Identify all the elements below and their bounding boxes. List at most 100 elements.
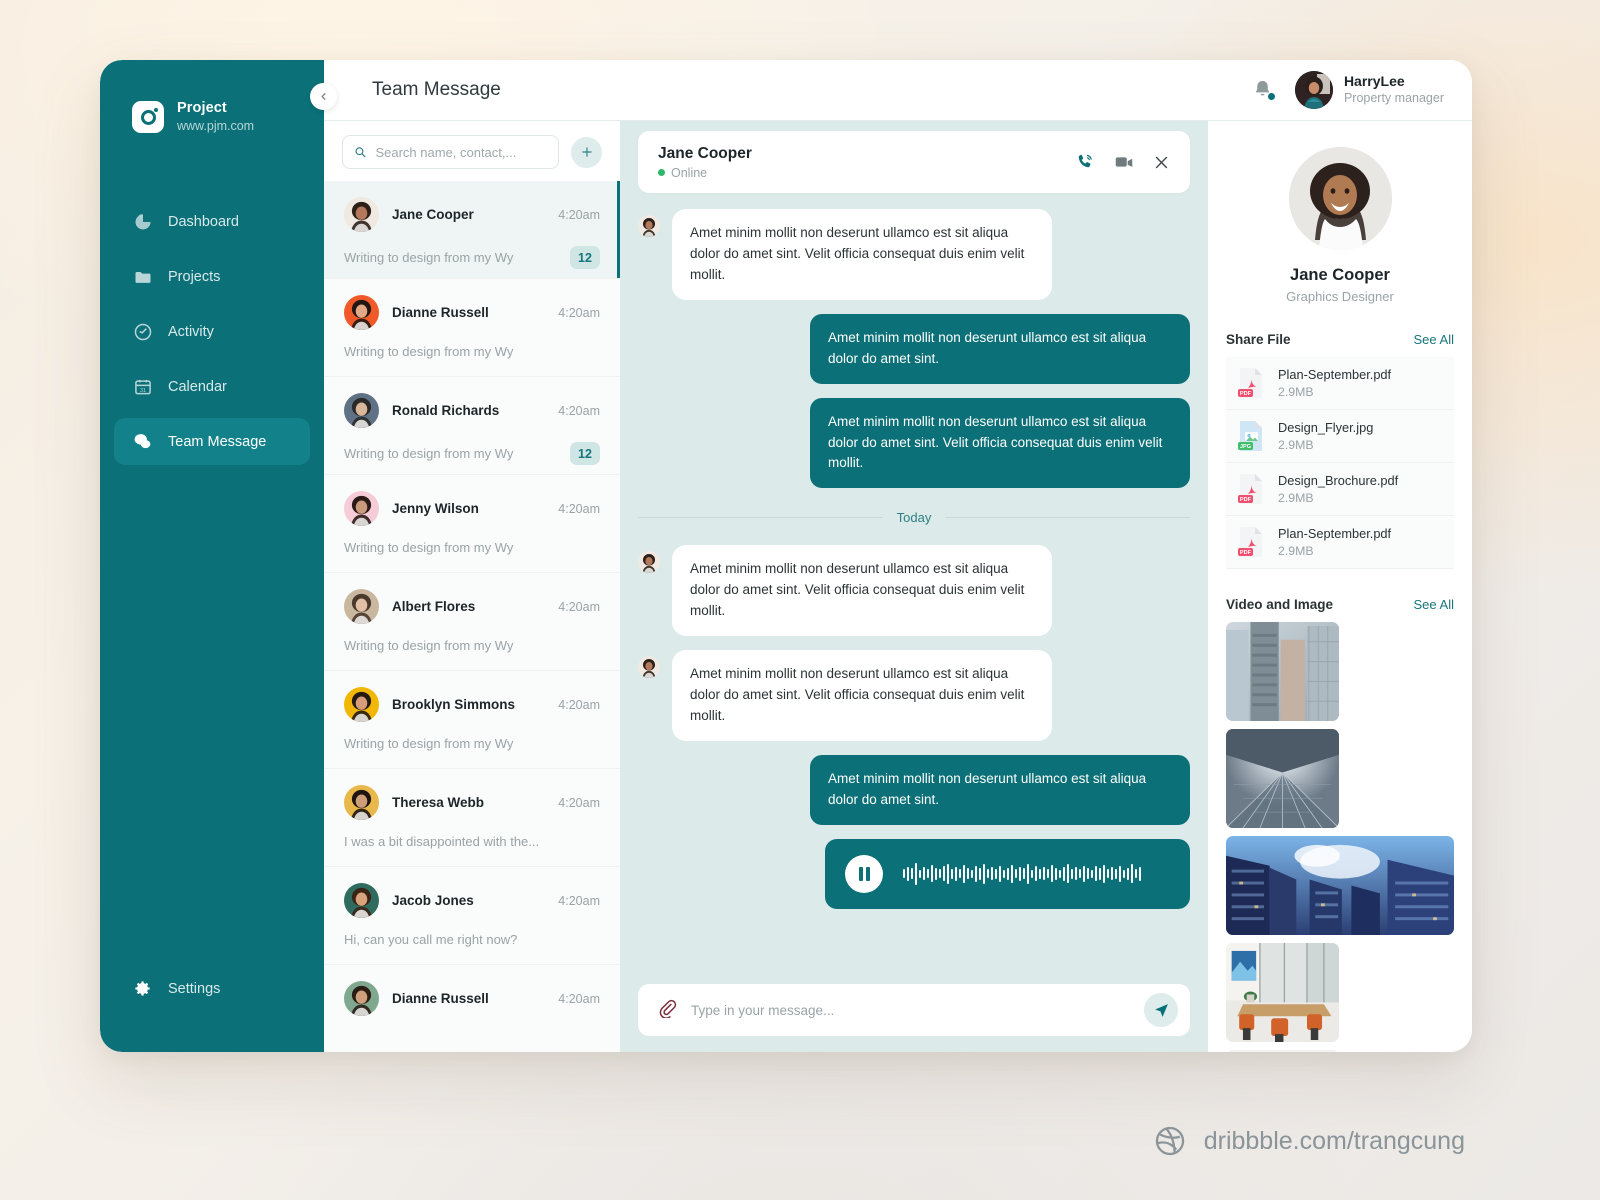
- media-tile[interactable]: [1226, 1050, 1339, 1052]
- contact-time: 4:20am: [558, 305, 600, 320]
- brand-url: www.pjm.com: [177, 118, 255, 133]
- sidebar-item-team-message[interactable]: Team Message: [114, 418, 310, 465]
- contact-list-item[interactable]: Theresa Webb 4:20am I was a bit disappoint…: [324, 769, 620, 867]
- sidebar-item-dashboard[interactable]: Dashboard: [114, 198, 310, 245]
- audio-waveform[interactable]: [903, 859, 1170, 889]
- phone-icon: [1078, 154, 1092, 168]
- contact-name: Albert Flores: [392, 599, 476, 614]
- search-box[interactable]: [342, 135, 559, 169]
- add-contact-button[interactable]: [571, 136, 602, 168]
- video-call-button[interactable]: [1113, 151, 1135, 173]
- contact-preview: Hi, can you call me right now?: [344, 932, 518, 947]
- dribbble-icon: [1155, 1126, 1184, 1156]
- shared-file-item[interactable]: JPG Design_Flyer.jpg 2.9MB: [1226, 410, 1454, 463]
- shared-file-item[interactable]: PDF Plan-September.pdf 2.9MB: [1226, 357, 1454, 410]
- folder-icon: [132, 266, 153, 287]
- contact-name: Dianne Russell: [392, 991, 489, 1006]
- message-bubble: Amet minim mollit non deserunt ullamco e…: [672, 209, 1052, 300]
- contact-list-item[interactable]: Jane Cooper 4:20am Writing to design from …: [324, 181, 620, 279]
- avatar: [344, 981, 379, 1016]
- message-bubble: Amet minim mollit non deserunt ullamco e…: [810, 754, 1190, 825]
- contact-list-item[interactable]: Brooklyn Simmons 4:20am Writing to design …: [324, 671, 620, 769]
- pause-icon[interactable]: [845, 854, 883, 893]
- contact-time: 4:20am: [558, 697, 600, 712]
- user-menu[interactable]: HarryLee Property manager: [1294, 71, 1444, 109]
- file-size: 2.9MB: [1278, 544, 1314, 559]
- contact-list-item[interactable]: Jacob Jones 4:20am Hi, can you call me rig…: [324, 867, 620, 965]
- contact-list-item[interactable]: Albert Flores 4:20am Writing to design fro…: [324, 573, 620, 671]
- contact-list-item[interactable]: Jenny Wilson 4:20am Writing to design from…: [324, 475, 620, 573]
- message-bubble: Amet minim mollit non deserunt ullamco e…: [810, 313, 1190, 384]
- message-input[interactable]: [691, 1002, 1130, 1018]
- shared-file-item[interactable]: PDF Design_Brochure.pdf 2.9MB: [1226, 463, 1454, 516]
- close-chat-button[interactable]: [1153, 154, 1170, 171]
- media-grid[interactable]: [1226, 622, 1454, 1052]
- sidebar-item-label: Activity: [168, 323, 214, 340]
- sidebar-item-settings[interactable]: Settings: [114, 965, 310, 1012]
- contact-name: Theresa Webb: [392, 795, 485, 810]
- shared-file-item[interactable]: PDF Plan-September.pdf 2.9MB: [1226, 516, 1454, 569]
- paperclip-icon: [659, 999, 677, 1019]
- contact-time: 4:20am: [558, 991, 600, 1006]
- media-tile[interactable]: [1226, 943, 1339, 1042]
- day-separator: Today: [638, 510, 1190, 525]
- sidebar-collapse-button[interactable]: [310, 83, 337, 110]
- sidebar-item-calendar[interactable]: 31 Calendar: [114, 363, 310, 410]
- contact-name: Jacob Jones: [392, 893, 474, 908]
- contact-name: Jane Cooper: [392, 207, 474, 222]
- details-panel: Jane Cooper Graphics Designer Share File…: [1208, 121, 1472, 1052]
- avatar: [344, 197, 379, 232]
- media-tile[interactable]: [1226, 729, 1339, 828]
- plus-icon: [581, 147, 592, 157]
- share-file-see-all[interactable]: See All: [1414, 332, 1454, 347]
- message-list[interactable]: Amet minim mollit non deserunt ullamco e…: [638, 205, 1190, 976]
- sidebar-item-label: Settings: [168, 980, 221, 997]
- contact-time: 4:20am: [558, 893, 600, 908]
- file-name: Design_Flyer.jpg: [1278, 419, 1374, 435]
- message-composer[interactable]: [638, 984, 1190, 1036]
- avatar: [344, 785, 379, 820]
- contact-list-item[interactable]: Dianne Russell 4:20am: [324, 965, 620, 1052]
- media-tile[interactable]: [1226, 836, 1454, 935]
- chat-header: Jane Cooper Online: [638, 131, 1190, 193]
- sidebar-item-projects[interactable]: Projects: [114, 253, 310, 300]
- contact-time: 4:20am: [558, 599, 600, 614]
- svg-text:PDF: PDF: [1240, 497, 1252, 503]
- audio-message[interactable]: [825, 838, 1190, 909]
- avatar: [638, 656, 660, 679]
- attach-file-button[interactable]: [656, 997, 677, 1023]
- contact-list-item[interactable]: Dianne Russell 4:20am Writing to design fr…: [324, 279, 620, 377]
- search-input[interactable]: [375, 144, 547, 160]
- contact-preview: Writing to design from my Wy: [344, 446, 514, 461]
- contact-preview: Writing to design from my Wy: [344, 250, 514, 265]
- send-message-button[interactable]: [1144, 993, 1178, 1027]
- avatar: [638, 551, 660, 574]
- file-name: Design_Brochure.pdf: [1278, 472, 1399, 488]
- message-row: Amet minim mollit non deserunt ullamco e…: [638, 545, 1190, 637]
- chat-contact-status: Online: [658, 166, 752, 180]
- media-tile[interactable]: [1226, 622, 1339, 721]
- message-row: Amet minim mollit non deserunt ullamco e…: [638, 650, 1190, 741]
- svg-text:PDF: PDF: [1240, 550, 1252, 556]
- unread-badge: 12: [570, 246, 600, 269]
- sidebar-item-activity[interactable]: Activity: [114, 308, 310, 355]
- brand[interactable]: Project www.pjm.com: [100, 94, 324, 140]
- sidebar: Project www.pjm.com Dashboard Projects A…: [100, 60, 337, 1052]
- svg-text:JPG: JPG: [1240, 444, 1251, 450]
- notification-dot: [1266, 92, 1276, 101]
- avatar: [344, 589, 379, 624]
- contact-list[interactable]: Jane Cooper 4:20am Writing to design from …: [324, 181, 620, 1052]
- video-image-see-all[interactable]: See All: [1414, 597, 1454, 612]
- pdf-file-icon: PDF: [1236, 472, 1266, 506]
- file-size: 2.9MB: [1278, 385, 1314, 400]
- notifications-button[interactable]: [1251, 78, 1276, 102]
- sidebar-item-label: Calendar: [168, 378, 227, 395]
- svg-text:31: 31: [139, 388, 145, 394]
- contact-list-item[interactable]: Ronald Richards 4:20am Writing to design f…: [324, 377, 620, 475]
- voice-call-button[interactable]: [1075, 152, 1095, 172]
- message-row: Amet minim mollit non deserunt ullamco e…: [638, 754, 1190, 825]
- contact-preview: I was a bit disappointed with the...: [344, 834, 540, 849]
- file-name: Plan-September.pdf: [1278, 525, 1392, 541]
- sidebar-nav: Dashboard Projects Activity 31 Calendar: [100, 198, 324, 465]
- shared-file-list[interactable]: PDF Plan-September.pdf 2.9MB JPG Design_Flye…: [1226, 357, 1454, 569]
